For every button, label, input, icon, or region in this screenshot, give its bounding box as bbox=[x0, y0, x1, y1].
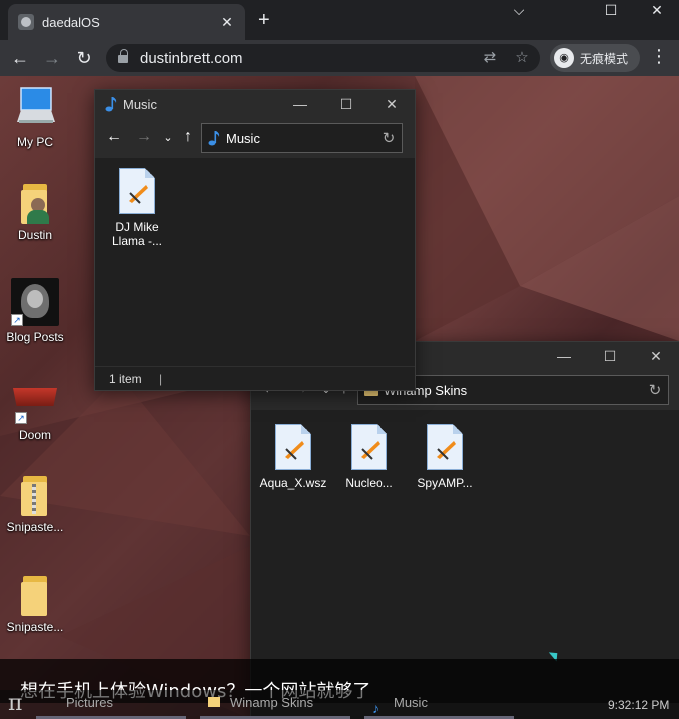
url-text: dustinbrett.com bbox=[140, 50, 243, 67]
incognito-icon: ◉ bbox=[554, 48, 574, 68]
desktop-icon-blog-posts[interactable]: ↗ Blog Posts bbox=[0, 278, 70, 344]
taskbar-item-winamp-skins[interactable]: Winamp Skins bbox=[200, 690, 350, 719]
address-bar[interactable]: dustinbrett.com ⇄ ☆ bbox=[106, 44, 540, 72]
file-label: Nucleo... bbox=[345, 476, 393, 490]
zip-folder-icon bbox=[21, 476, 49, 516]
close-icon[interactable]: ✕ bbox=[633, 348, 679, 365]
file-item[interactable]: DJ Mike Llama -... bbox=[101, 168, 173, 248]
desktop-icon-snipaste-folder[interactable]: Snipaste... bbox=[0, 576, 70, 634]
close-icon[interactable]: ✕ bbox=[369, 96, 415, 113]
desktop-icon-label: My PC bbox=[17, 135, 53, 149]
tab-close-icon[interactable]: ✕ bbox=[219, 14, 235, 31]
address-text: Music bbox=[226, 130, 260, 146]
window-title: Music bbox=[123, 96, 157, 112]
explorer-nav-row: ← → ⌄ ↑ Music ↻ bbox=[95, 118, 415, 158]
computer-icon bbox=[17, 87, 55, 123]
user-folder-icon bbox=[21, 184, 49, 224]
start-button[interactable]: π bbox=[8, 691, 22, 716]
window-titlebar[interactable]: Music — ☐ ✕ bbox=[95, 90, 415, 118]
browser-tab-bar: daedalOS ✕ + ⌵ ☐ ✕ bbox=[0, 0, 679, 40]
browser-minimize-button[interactable]: ⌵ bbox=[507, 2, 531, 19]
bookmark-star-icon[interactable]: ☆ bbox=[512, 48, 532, 66]
incognito-label: 无痕模式 bbox=[580, 51, 629, 66]
back-icon[interactable]: ← bbox=[105, 128, 123, 146]
forward-icon[interactable]: → bbox=[40, 46, 64, 70]
maximize-icon[interactable]: ☐ bbox=[323, 96, 369, 113]
winamp-skin-file-icon bbox=[275, 424, 311, 470]
shortcut-arrow-icon: ↗ bbox=[15, 412, 27, 424]
browser-restore-button[interactable]: ☐ bbox=[599, 2, 623, 19]
favicon-icon bbox=[18, 14, 34, 30]
file-label: Aqua_X.wsz bbox=[259, 476, 327, 490]
forward-icon[interactable]: → bbox=[135, 128, 153, 146]
refresh-icon[interactable]: ↻ bbox=[376, 129, 402, 147]
translate-icon[interactable]: ⇄ bbox=[480, 48, 500, 66]
desktop[interactable]: My PC Dustin ↗ Blog Posts ↗ Doom Snipast… bbox=[0, 76, 679, 719]
desktop-icon-dustin[interactable]: Dustin bbox=[0, 184, 70, 242]
taskbar-item-label: Music bbox=[394, 695, 428, 710]
desktop-icon-label: Snipaste... bbox=[6, 520, 64, 534]
desktop-icon-label: Doom bbox=[18, 428, 51, 442]
status-bar: 1 item | bbox=[95, 366, 415, 390]
desktop-icon-snipaste-zip[interactable]: Snipaste... bbox=[0, 476, 70, 534]
new-tab-button[interactable]: + bbox=[258, 10, 270, 30]
back-icon[interactable]: ← bbox=[8, 46, 32, 70]
desktop-icon-label: Dustin bbox=[17, 228, 52, 242]
winamp-skin-file-icon bbox=[351, 424, 387, 470]
desktop-icon-label: Snipaste... bbox=[6, 620, 64, 634]
reload-icon[interactable]: ↻ bbox=[72, 46, 96, 70]
folder-icon bbox=[21, 576, 49, 616]
tab-title: daedalOS bbox=[42, 14, 100, 30]
file-item[interactable]: Nucleo... bbox=[333, 424, 405, 490]
file-label: SpyAMP... bbox=[417, 476, 473, 490]
file-item[interactable]: Aqua_X.wsz bbox=[257, 424, 329, 490]
incognito-badge[interactable]: ◉ 无痕模式 bbox=[550, 44, 640, 72]
item-count: 1 item bbox=[109, 372, 142, 386]
taskbar-item-label: Winamp Skins bbox=[230, 695, 314, 710]
file-label: DJ Mike Llama -... bbox=[111, 220, 162, 248]
music-note-icon bbox=[208, 131, 220, 146]
up-icon[interactable]: ↑ bbox=[179, 128, 197, 146]
file-item[interactable]: SpyAMP... bbox=[409, 424, 481, 490]
maximize-icon[interactable]: ☐ bbox=[587, 348, 633, 365]
music-window[interactable]: Music — ☐ ✕ ← → ⌄ ↑ Music ↻ DJ Mike Llam… bbox=[94, 89, 416, 391]
address-text: Winamp Skins bbox=[384, 382, 468, 398]
blog-posts-shortcut-icon: ↗ bbox=[11, 278, 59, 326]
taskbar-item-pictures[interactable]: Pictures bbox=[36, 690, 186, 719]
winamp-skin-file-icon bbox=[119, 168, 155, 214]
file-view[interactable]: DJ Mike Llama -... bbox=[95, 158, 415, 366]
doom-shortcut-icon: ↗ bbox=[11, 384, 59, 424]
taskbar-item-label: Pictures bbox=[66, 695, 113, 710]
music-note-icon bbox=[105, 97, 117, 112]
browser-toolbar: ← → ↻ dustinbrett.com ⇄ ☆ ◉ 无痕模式 ⋮ bbox=[0, 40, 679, 76]
folder-icon bbox=[208, 697, 220, 707]
lock-icon bbox=[118, 49, 128, 63]
taskbar-item-music[interactable]: ♪ Music bbox=[364, 690, 514, 719]
desktop-icon-label: Blog Posts bbox=[6, 330, 64, 344]
desktop-icon-my-pc[interactable]: My PC bbox=[0, 86, 70, 149]
address-field[interactable]: Music ↻ bbox=[201, 123, 403, 153]
minimize-icon[interactable]: — bbox=[541, 348, 587, 364]
winamp-skin-file-icon bbox=[427, 424, 463, 470]
browser-menu-icon[interactable]: ⋮ bbox=[650, 46, 668, 67]
shortcut-arrow-icon: ↗ bbox=[11, 314, 23, 326]
refresh-icon[interactable]: ↻ bbox=[642, 381, 668, 399]
taskbar: π Pictures Winamp Skins ♪ Music 9:32:12 … bbox=[0, 690, 679, 719]
desktop-icon-doom[interactable]: ↗ Doom bbox=[0, 384, 70, 442]
browser-close-button[interactable]: ✕ bbox=[645, 2, 669, 19]
minimize-icon[interactable]: — bbox=[277, 96, 323, 112]
browser-tab[interactable]: daedalOS ✕ bbox=[8, 4, 245, 40]
history-dropdown-icon[interactable]: ⌄ bbox=[159, 131, 177, 144]
taskbar-clock[interactable]: 9:32:12 PM bbox=[608, 698, 669, 712]
